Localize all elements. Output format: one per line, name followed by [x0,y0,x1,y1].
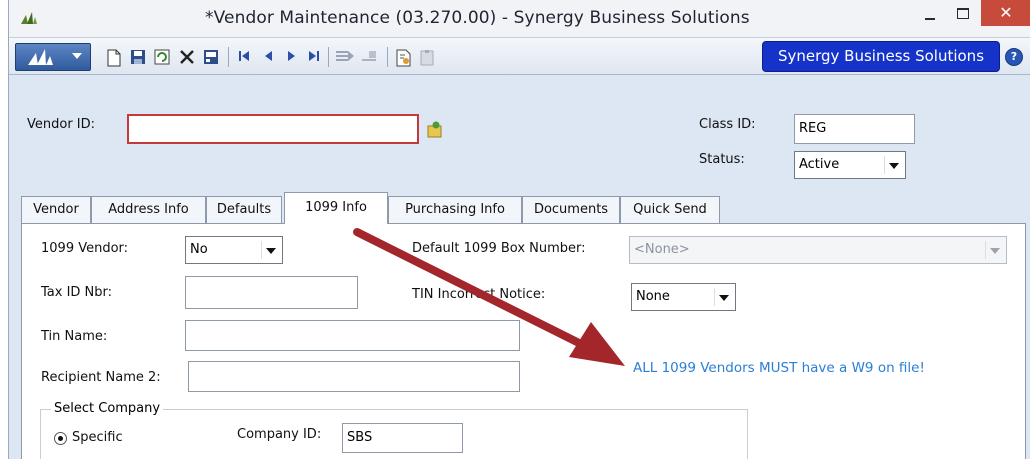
w9-requirement-note: ALL 1099 Vendors MUST have a W9 on file! [633,360,925,376]
chevron-down-icon [261,241,279,259]
tab-documents[interactable]: Documents [522,196,620,223]
default-1099-box-value: <None> [634,242,690,257]
print-icon[interactable] [203,49,221,65]
recipient-name-2-label: Recipient Name 2: [41,370,161,385]
previous-record-icon[interactable] [262,49,280,65]
chevron-down-icon [714,288,732,306]
class-id-field[interactable]: REG [794,114,915,144]
tab-quick-send[interactable]: Quick Send [620,196,720,223]
default-1099-box-label: Default 1099 Box Number: [412,241,586,256]
next-record-icon[interactable] [284,49,302,65]
toolbar-separator [328,47,329,67]
tin-name-field[interactable] [185,320,520,351]
vendor-maintenance-window: *Vendor Maintenance (03.270.00) - Synerg… [8,0,1030,459]
chevron-down-icon [985,241,1003,259]
toolbar-separator [387,47,388,67]
chevron-down-icon [72,53,82,59]
tin-incorrect-label: TIN Incorrect Notice: [412,287,546,302]
company-id-field[interactable]: SBS [342,423,463,453]
select-company-label: Select Company [51,401,164,416]
delete-icon[interactable] [179,49,197,65]
copy-icon [335,49,354,65]
minimize-button[interactable] [917,4,943,26]
status-label: Status: [699,152,745,167]
title-bar: *Vendor Maintenance (03.270.00) - Synerg… [9,0,1030,38]
vendor-id-field[interactable] [127,114,419,144]
tab-defaults[interactable]: Defaults [206,196,282,223]
default-1099-box-dropdown[interactable]: <None> [629,236,1007,264]
toolbar-separator [228,47,229,67]
specific-label: Specific [72,430,123,445]
vendor-1099-label: 1099 Vendor: [41,241,129,256]
recipient-name-2-field[interactable] [188,361,520,392]
tax-id-field[interactable] [185,276,358,309]
tab-1099-info[interactable]: 1099 Info [284,192,388,224]
notes-icon [419,49,437,66]
app-logo-icon [21,12,39,28]
report-icon[interactable] [395,49,413,67]
tax-id-label: Tax ID Nbr: [41,285,113,300]
tin-incorrect-value: None [636,289,670,304]
company-button[interactable]: Synergy Business Solutions [762,41,1000,72]
save-icon[interactable] [130,49,148,65]
tin-name-label: Tin Name: [41,329,108,344]
vendor-1099-dropdown[interactable]: No [185,236,283,264]
tin-incorrect-dropdown[interactable]: None [631,283,736,311]
tab-vendor[interactable]: Vendor [21,196,91,223]
vendor-1099-value: No [190,242,208,257]
tab-address-info[interactable]: Address Info [91,196,206,223]
class-id-label: Class ID: [699,117,756,132]
help-icon[interactable]: ? [1005,48,1023,66]
toolbar: Synergy Business Solutions ? [9,38,1030,75]
maximize-button[interactable] [949,4,975,26]
paste-icon [361,49,379,65]
first-record-icon[interactable] [237,49,255,65]
last-record-icon[interactable] [307,49,325,65]
status-dropdown[interactable]: Active [794,151,906,179]
vendor-id-label: Vendor ID: [27,117,96,132]
application-menu-button[interactable] [15,43,91,71]
tab-purchasing-info[interactable]: Purchasing Info [388,196,522,223]
lookup-icon[interactable] [427,121,445,143]
chevron-down-icon [884,156,902,174]
close-button[interactable]: ✕ [981,0,1030,26]
company-id-label: Company ID: [237,427,322,442]
specific-radio[interactable] [54,432,67,445]
status-value: Active [799,157,840,172]
window-title: *Vendor Maintenance (03.270.00) - Synerg… [205,8,750,28]
refresh-icon[interactable] [154,49,172,65]
new-icon[interactable] [106,49,124,67]
